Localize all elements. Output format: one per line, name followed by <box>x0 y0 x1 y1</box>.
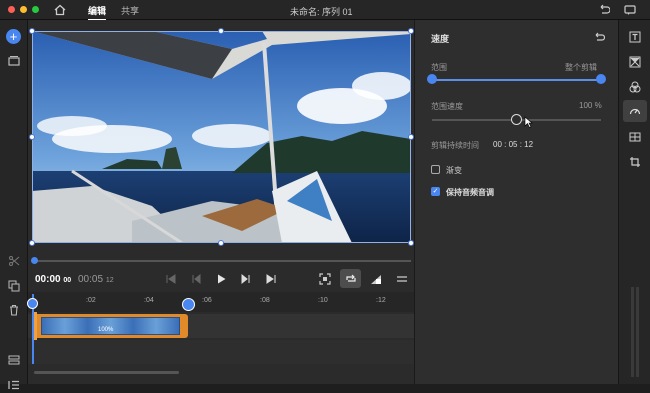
duration-time: 00:05 12 <box>78 274 114 285</box>
resize-handle[interactable] <box>29 240 35 246</box>
speed-icon <box>629 108 641 115</box>
delete-icon[interactable] <box>6 302 22 318</box>
quality-icon[interactable] <box>368 271 384 287</box>
home-icon[interactable] <box>52 2 68 18</box>
transform-icon[interactable] <box>627 154 643 170</box>
timeline-tick: :08 <box>260 297 270 304</box>
current-time: 00:00 00 <box>35 274 71 285</box>
clip-duration-value: 00 : 05 : 12 <box>493 140 534 149</box>
list-icon[interactable] <box>6 377 22 393</box>
close-window-button[interactable] <box>8 6 15 13</box>
title-bar: 编辑 共享 未命名: 序列 01 <box>0 0 650 21</box>
timeline-tick: :06 <box>202 297 212 304</box>
duration-main: 00:05 <box>78 274 104 285</box>
video-clip[interactable]: 100% <box>33 314 188 338</box>
range-speed-knob[interactable] <box>511 114 522 125</box>
document-title: 未命名: 序列 01 <box>290 7 353 17</box>
comment-icon[interactable] <box>622 2 638 18</box>
timeline-tick: :02 <box>86 297 96 304</box>
zoom-window-button[interactable] <box>32 6 39 13</box>
preserve-pitch-checkbox[interactable]: ✓ <box>431 187 440 196</box>
fit-view-icon[interactable] <box>317 271 333 287</box>
loop-icon <box>346 274 356 282</box>
timeline-tick: :12 <box>376 297 386 304</box>
audio-track[interactable] <box>28 340 414 364</box>
ramp-checkbox[interactable] <box>431 165 440 174</box>
reset-icon[interactable] <box>591 29 607 45</box>
video-preview[interactable] <box>32 31 411 243</box>
resize-handle[interactable] <box>29 28 35 34</box>
duplicate-icon[interactable] <box>6 278 22 294</box>
menu-icon[interactable] <box>394 271 410 287</box>
play-icon[interactable] <box>213 271 229 287</box>
ramp-label: 渐变 <box>446 166 462 175</box>
range-label: 范围 <box>431 63 447 72</box>
range-value: 整个剪辑 <box>565 63 597 72</box>
left-toolbar: + <box>0 20 28 390</box>
range-speed-label: 范围速度 <box>431 102 463 111</box>
skip-to-start-icon[interactable] <box>163 271 179 287</box>
scrub-bar[interactable] <box>34 260 411 262</box>
duration-frames: 12 <box>105 277 114 284</box>
text-icon[interactable] <box>627 29 643 45</box>
timeline-tick: :10 <box>318 297 328 304</box>
tab-edit[interactable]: 编辑 <box>88 4 107 21</box>
loop-button[interactable] <box>340 269 361 288</box>
split-icon[interactable] <box>6 253 22 269</box>
tab-share[interactable]: 共享 <box>121 4 139 17</box>
video-frame-image <box>32 31 411 243</box>
scrub-handle[interactable] <box>31 257 38 264</box>
crop-icon[interactable] <box>627 129 643 145</box>
timeline-tick: :04 <box>144 297 154 304</box>
clip-speed-label: 100% <box>98 327 114 333</box>
current-time-main: 00:00 <box>35 274 61 285</box>
range-speed-value: 100 % <box>579 101 602 110</box>
panel-title: 速度 <box>431 34 450 44</box>
color-icon[interactable] <box>627 79 643 95</box>
mouse-cursor-icon <box>524 116 533 130</box>
tracks-icon[interactable] <box>6 352 22 368</box>
resize-handle[interactable] <box>29 134 35 140</box>
right-toolbar <box>618 20 650 384</box>
playhead-handle[interactable] <box>27 298 38 309</box>
timeline-scrollbar[interactable] <box>34 371 179 374</box>
minimize-window-button[interactable] <box>20 6 27 13</box>
audio-meter-right <box>636 287 639 377</box>
resize-handle[interactable] <box>218 28 224 34</box>
speed-range-end-handle[interactable] <box>182 298 195 311</box>
transitions-icon[interactable] <box>627 54 643 70</box>
speed-tool-button[interactable] <box>623 100 647 122</box>
step-forward-icon[interactable] <box>238 271 254 287</box>
step-back-icon[interactable] <box>188 271 204 287</box>
range-start-knob[interactable] <box>427 74 437 84</box>
speed-panel: 速度 范围 整个剪辑 范围速度 100 % 剪辑持续时间 00 : 05 : 1… <box>414 20 618 384</box>
clip-duration-label: 剪辑持续时间 <box>431 141 479 150</box>
preserve-pitch-label: 保持音频音调 <box>446 188 494 197</box>
range-slider-track[interactable] <box>432 79 601 81</box>
current-time-frames: 00 <box>63 277 72 284</box>
add-icon[interactable]: + <box>6 29 21 44</box>
undo-icon[interactable] <box>596 2 612 18</box>
resize-handle[interactable] <box>218 240 224 246</box>
audio-meter-left <box>631 287 634 377</box>
media-icon[interactable] <box>6 53 22 69</box>
range-end-knob[interactable] <box>596 74 606 84</box>
skip-to-end-icon[interactable] <box>263 271 279 287</box>
